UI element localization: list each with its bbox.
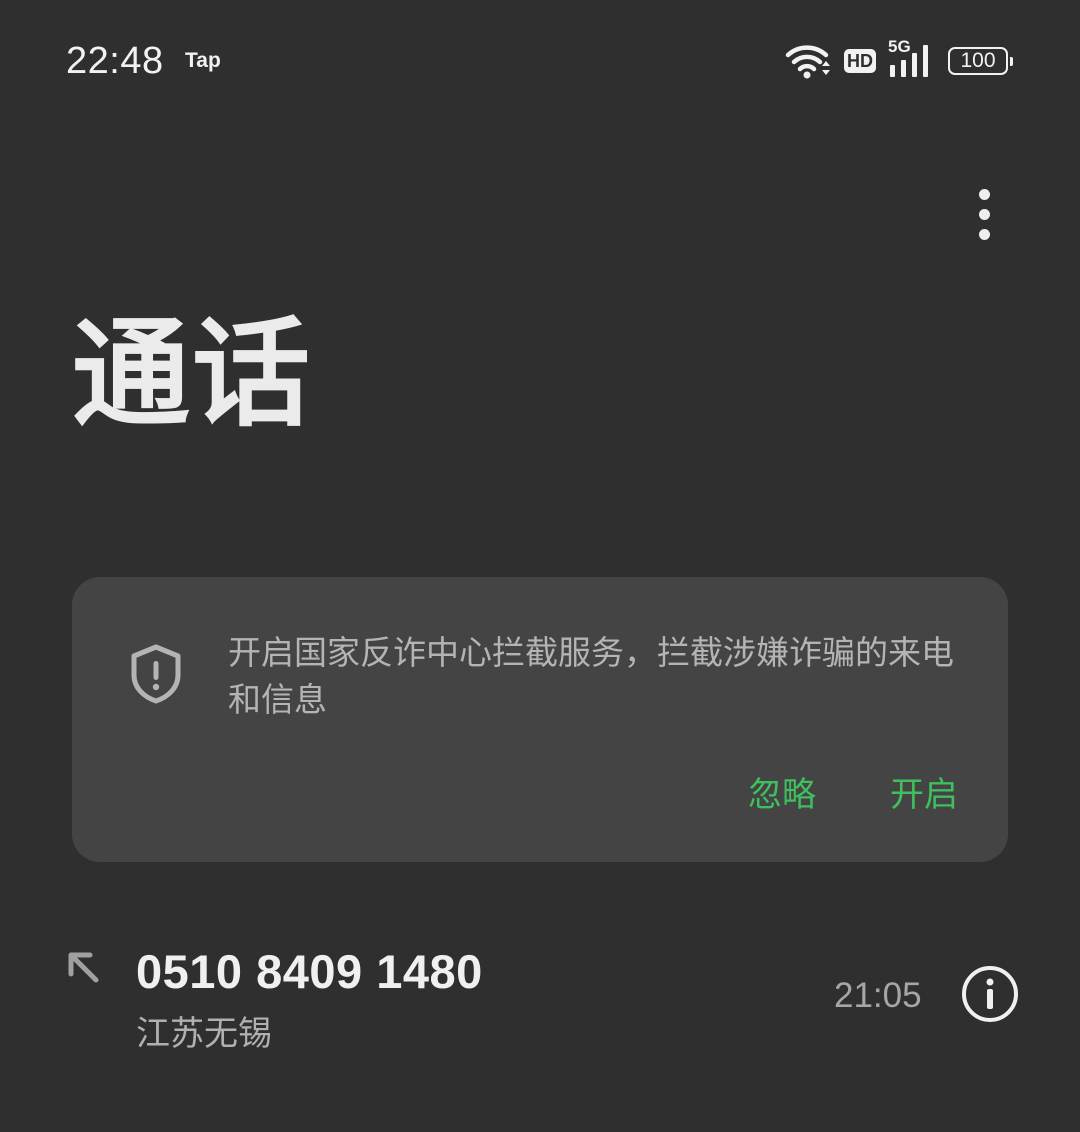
call-number: 0510 8409 1480 [136, 945, 483, 998]
more-options-button[interactable] [964, 184, 1004, 244]
wifi-icon [785, 45, 830, 79]
call-location: 江苏无锡 [136, 1014, 272, 1054]
hd-voice-badge: HD [844, 49, 876, 73]
signal-5g-icon: 5G [888, 37, 936, 79]
status-time: 22:48 [66, 40, 164, 82]
call-log-item[interactable]: 0510 8409 1480 江苏无锡 21:05 [0, 930, 1080, 1060]
page-title: 通话 [72, 305, 313, 443]
shield-alert-icon [131, 644, 181, 704]
banner-message: 开启国家反诈中心拦截服务，拦截涉嫌诈骗的来电和信息 [228, 633, 954, 719]
battery-icon: 100 [948, 47, 1013, 75]
battery-level: 100 [960, 49, 996, 72]
banner-actions: 忽略 开启 [748, 767, 958, 816]
status-app-label: Tap [185, 49, 221, 72]
more-vertical-icon [978, 188, 990, 200]
status-icons: HD 5G 100 [784, 37, 1013, 80]
info-icon[interactable] [960, 964, 1020, 1024]
enable-button[interactable]: 开启 [890, 767, 958, 816]
call-time: 21:05 [834, 976, 922, 1015]
status-bar: 22:48 Tap HD 5G 100 [0, 0, 1080, 124]
anti-fraud-banner: 开启国家反诈中心拦截服务，拦截涉嫌诈骗的来电和信息 忽略 开启 [72, 577, 1008, 862]
ignore-button[interactable]: 忽略 [748, 767, 816, 816]
outgoing-call-arrow-icon [68, 952, 99, 983]
